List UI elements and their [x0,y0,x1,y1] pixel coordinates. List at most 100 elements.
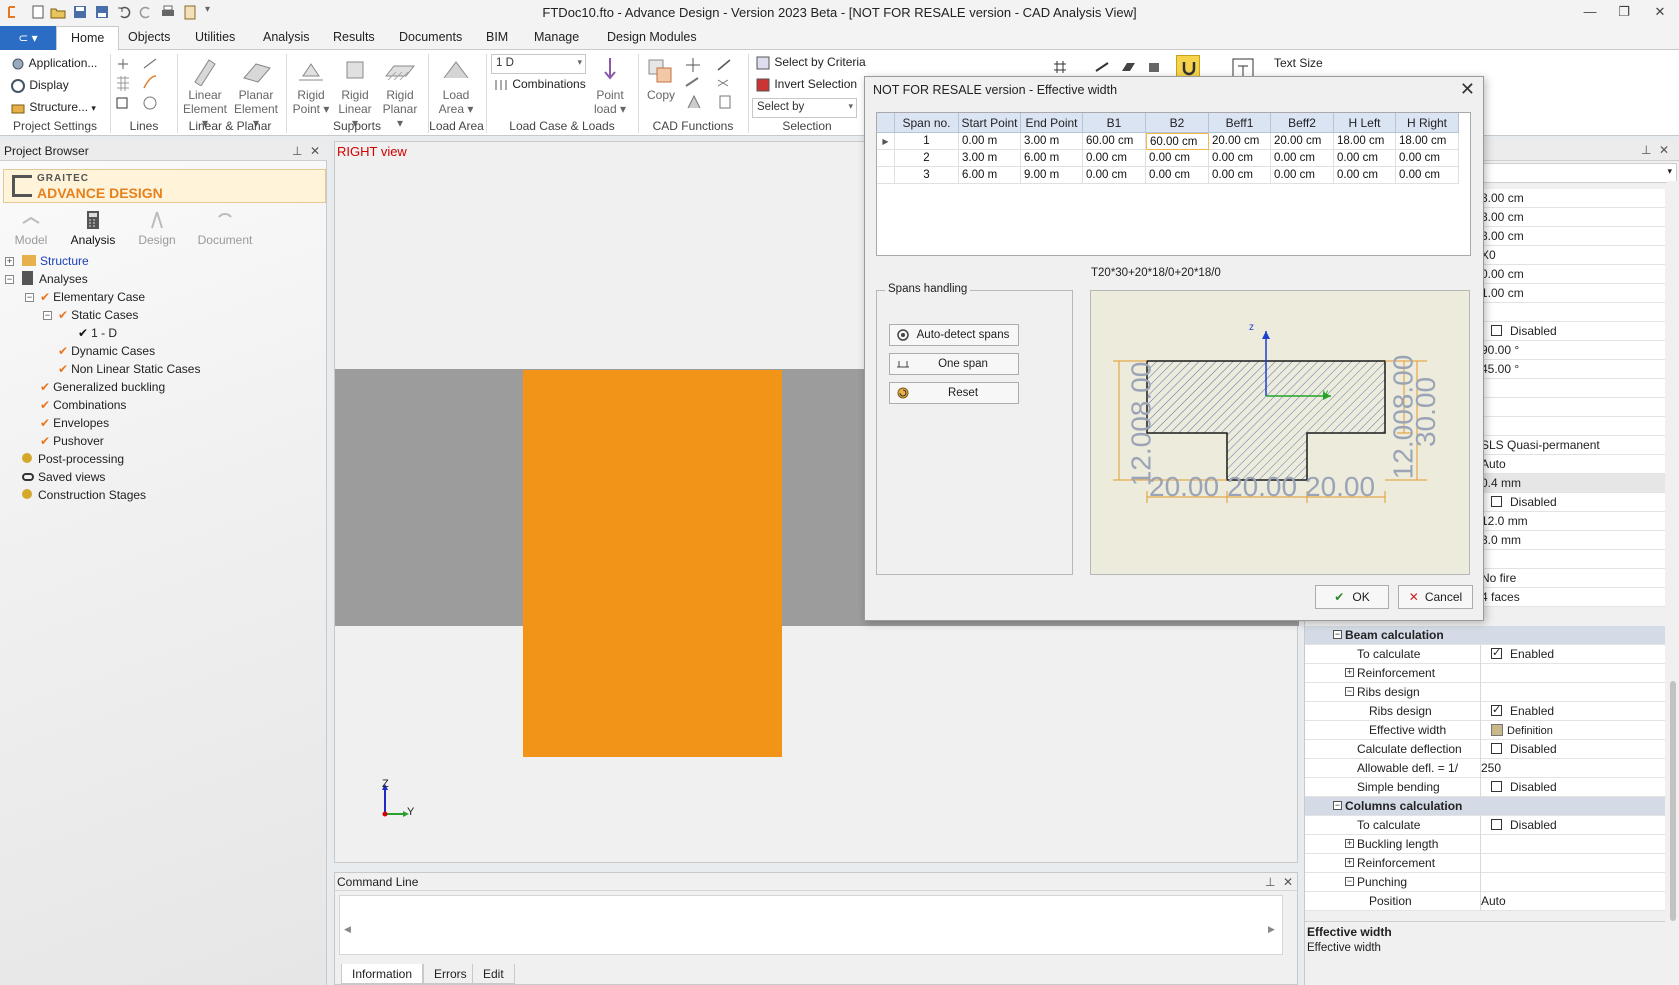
invert-selection-button[interactable]: Invert Selection [755,77,857,93]
close-panel-icon[interactable]: ✕ [1659,143,1669,157]
tree-item-combinations[interactable]: ✔ Combinations [40,396,126,414]
definition-icon[interactable] [1491,724,1503,736]
tree-item-analyses[interactable]: Analyses [22,270,88,288]
tab-bim[interactable]: BIM [486,30,508,44]
point-load-button[interactable]: Point load ▾ [592,56,628,116]
table-cell[interactable]: 60.00 cm [1083,133,1146,150]
table-cell[interactable]: 0.00 cm [1209,150,1271,167]
load-case-combo[interactable]: 1 D [491,54,586,74]
table-cell[interactable]: 0.00 cm [1146,150,1209,167]
tab-home[interactable]: Home [56,26,120,51]
tree-item-static-cases[interactable]: ✔ Static Cases [58,306,138,324]
prop-row[interactable]: + Buckling length [1305,835,1665,854]
prop-row[interactable]: Calculate deflection Disabled [1305,740,1665,759]
checkbox[interactable] [1491,743,1502,754]
cad-tools-icon[interactable] [684,56,744,112]
prop-group-columns-calculation[interactable]: − Columns calculation [1305,797,1665,816]
prop-row[interactable]: + Reinforcement [1305,664,1665,683]
table-cell[interactable]: 0.00 m [959,133,1021,150]
properties-scrollbar[interactable] [1667,181,1679,921]
tree-expander[interactable]: − [43,311,52,320]
table-cell[interactable]: 0.00 cm [1396,150,1459,167]
checkbox[interactable] [1491,496,1502,507]
minimize-icon[interactable]: — [1580,4,1600,20]
tab-design-modules[interactable]: Design Modules [607,30,697,44]
column-header[interactable]: Span no. [895,113,959,133]
close-window-icon[interactable]: ✕ [1650,4,1670,20]
prop-row[interactable]: + Reinforcement [1305,854,1665,873]
table-cell[interactable]: 1 [895,133,959,150]
column-header[interactable]: H Right [1396,113,1459,133]
grid-icon[interactable] [1052,59,1068,75]
pin-icon[interactable]: ⊥ [1265,875,1275,889]
scroll-right-icon[interactable]: ▶ [1268,924,1275,935]
checkbox[interactable] [1491,325,1502,336]
pin-icon[interactable]: ⊥ [1641,143,1651,157]
tree-item-post-processing[interactable]: Post-processing [22,450,124,468]
table-cell[interactable]: 0.00 cm [1334,167,1396,184]
command-output[interactable]: ◀ ▶ [339,895,1283,955]
copy-button[interactable]: Copy [642,56,680,102]
tree-item-dynamic-cases[interactable]: ✔ Dynamic Cases [58,342,155,360]
plate-icon[interactable] [1120,59,1136,75]
lines-tools-icon[interactable] [114,56,174,112]
table-cell[interactable]: 0.00 cm [1271,167,1334,184]
auto-detect-spans-button[interactable]: Auto-detect spans [889,324,1019,346]
checkbox[interactable] [1491,819,1502,830]
tab-errors[interactable]: Errors [423,964,478,984]
table-cell[interactable]: 18.00 cm [1396,133,1459,150]
close-panel-icon[interactable]: ✕ [1283,875,1293,889]
table-cell[interactable]: 3.00 m [1021,133,1083,150]
checkbox[interactable] [1491,781,1502,792]
tree-item-nonlinear-static[interactable]: ✔ Non Linear Static Cases [58,360,200,378]
table-cell[interactable]: 6.00 m [1021,150,1083,167]
prop-row-effective-width[interactable]: Effective width Definition [1305,721,1665,740]
beam-icon[interactable] [1094,59,1110,75]
display-settings-button[interactable]: Display [10,78,69,94]
table-cell[interactable]: 2 [895,150,959,167]
tab-objects[interactable]: Objects [128,30,170,44]
tab-results[interactable]: Results [333,30,375,44]
column-header[interactable]: H Left [1334,113,1396,133]
table-cell[interactable]: 0.00 cm [1146,167,1209,184]
tree-expander[interactable]: + [5,257,14,266]
tree-item-generalized-buckling[interactable]: ✔ Generalized buckling [40,378,165,396]
table-cell[interactable]: 0.00 cm [1334,150,1396,167]
prop-row[interactable]: Simple bending Disabled [1305,778,1665,797]
tree-item-structure[interactable]: Structure [22,252,89,270]
tree-expander[interactable]: − [25,293,34,302]
tab-utilities[interactable]: Utilities [195,30,235,44]
table-cell[interactable]: 3 [895,167,959,184]
prop-row[interactable]: − Punching [1305,873,1665,892]
prop-row[interactable]: Ribs design Enabled [1305,702,1665,721]
load-area-button[interactable]: Load Area ▾ [432,56,480,116]
table-cell[interactable]: 18.00 cm [1334,133,1396,150]
table-cell[interactable]: 20.00 cm [1209,133,1271,150]
reset-button[interactable]: Reset [889,382,1019,404]
column-header[interactable]: Beff1 [1209,113,1271,133]
one-span-button[interactable]: One span [889,353,1019,375]
table-cell[interactable]: 0.00 cm [1083,150,1146,167]
ok-button[interactable]: ✔ OK [1315,585,1389,609]
tree-item-elementary-case[interactable]: ✔ Elementary Case [40,288,145,306]
tree-item-envelopes[interactable]: ✔ Envelopes [40,414,109,432]
tab-analysis[interactable]: Analysis [263,30,310,44]
select-by-criteria-button[interactable]: Select by Criteria [755,55,866,71]
tree-expander[interactable]: − [5,275,14,284]
column-header[interactable]: Start Point [959,113,1021,133]
mode-model[interactable]: Model [0,209,62,247]
table-cell-editing[interactable]: 60.00 cm [1146,133,1209,150]
beam-section[interactable] [523,370,782,757]
rigid-point-button[interactable]: Rigid Point ▾ [290,56,332,116]
checkbox[interactable] [1491,703,1502,716]
prop-group-beam-calculation[interactable]: − Beam calculation [1305,626,1665,645]
tab-documents[interactable]: Documents [399,30,462,44]
tab-information[interactable]: Information [341,964,424,984]
combinations-button[interactable]: Combinations [493,77,586,93]
restore-icon[interactable]: ❐ [1614,4,1634,20]
column-header[interactable]: End Point [1021,113,1083,133]
table-cell[interactable]: 0.00 cm [1271,150,1334,167]
table-cell[interactable]: 0.00 cm [1083,167,1146,184]
prop-row[interactable]: Position Auto [1305,892,1665,911]
mode-document[interactable]: Document [190,209,260,247]
